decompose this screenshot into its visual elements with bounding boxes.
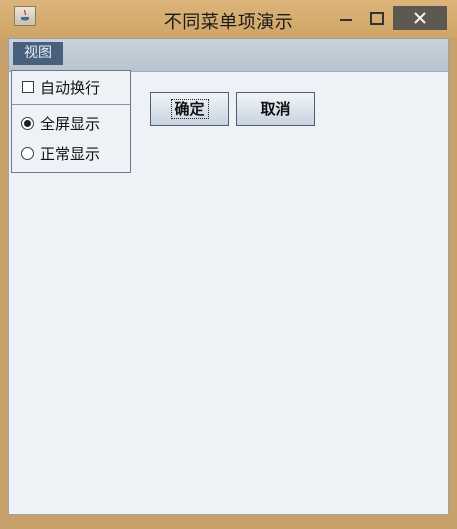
window-title: 不同菜单项演示 <box>163 12 294 33</box>
minimize-icon <box>340 19 352 21</box>
menu-item-label: 全屏显示 <box>40 115 101 133</box>
menu-separator <box>12 104 130 105</box>
checkbox-icon[interactable] <box>22 81 34 93</box>
menu-view[interactable]: 视图 <box>13 42 63 65</box>
maximize-icon <box>370 12 384 25</box>
menu-item-word-wrap[interactable]: 自动换行 <box>12 73 130 101</box>
cancel-button-label: 取消 <box>260 100 291 118</box>
menu-item-fullscreen[interactable]: 全屏显示 <box>12 109 130 137</box>
close-button[interactable] <box>393 6 447 30</box>
menu-bar: 视图 <box>9 39 448 72</box>
title-bar[interactable]: 不同菜单项演示 <box>0 0 457 38</box>
minimize-button[interactable] <box>334 6 358 30</box>
app-window: 不同菜单项演示 视图 自动换行 全屏显示 正常显示 确定 取消 <box>0 0 457 529</box>
close-icon <box>414 12 426 24</box>
maximize-button[interactable] <box>364 6 388 30</box>
menu-item-label: 正常显示 <box>40 145 101 163</box>
cancel-button[interactable]: 取消 <box>236 92 315 126</box>
menu-item-normal-display[interactable]: 正常显示 <box>12 139 130 167</box>
menu-item-label: 自动换行 <box>40 79 101 97</box>
view-dropdown-menu: 自动换行 全屏显示 正常显示 <box>11 70 131 173</box>
ok-button[interactable]: 确定 <box>150 92 229 126</box>
focus-indicator <box>171 99 209 119</box>
content-panel: 视图 自动换行 全屏显示 正常显示 确定 取消 <box>8 38 449 515</box>
radio-selected-icon[interactable] <box>21 117 34 130</box>
radio-icon[interactable] <box>21 147 34 160</box>
